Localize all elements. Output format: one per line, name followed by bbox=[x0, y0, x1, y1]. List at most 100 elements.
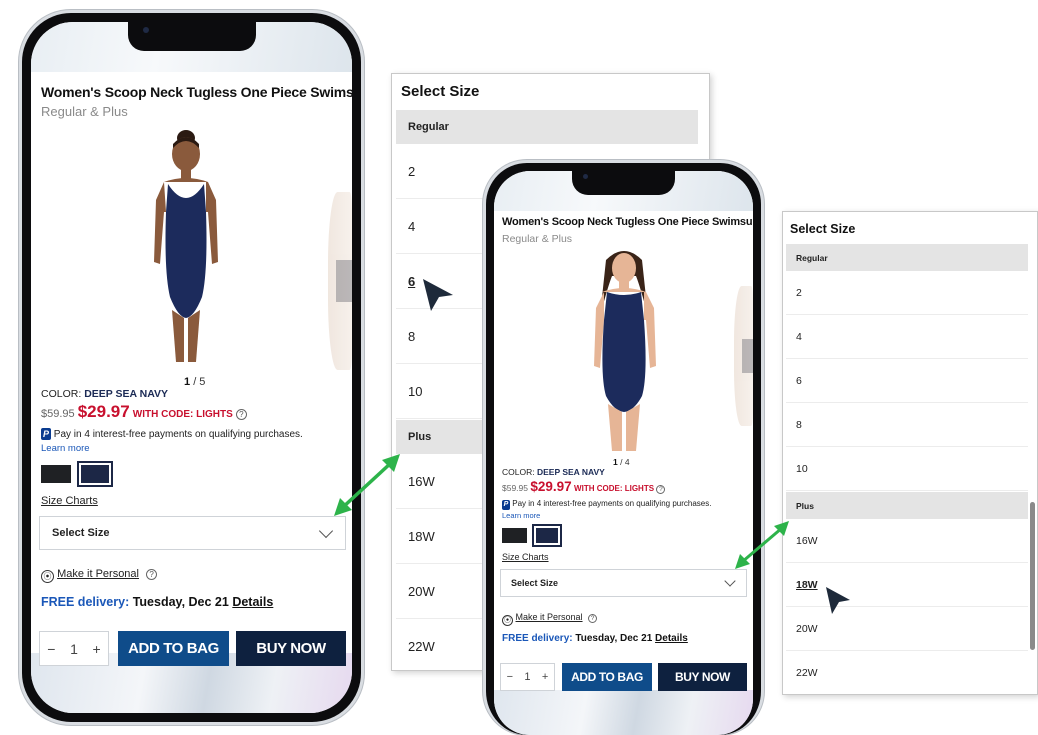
color-value: DEEP SEA NAVY bbox=[84, 388, 169, 400]
product-image[interactable] bbox=[574, 246, 674, 456]
size-option-label: 18W bbox=[796, 578, 818, 591]
size-panel-title: Select Size bbox=[790, 222, 856, 236]
help-icon[interactable]: ? bbox=[656, 485, 666, 494]
make-it-personal[interactable]: ⦿ Make it Personal ? bbox=[41, 568, 158, 583]
size-option-4[interactable]: 4 bbox=[786, 315, 1028, 359]
monogram-icon: ⦿ bbox=[502, 615, 513, 626]
color-line: COLOR: DEEP SEA NAVY bbox=[41, 388, 168, 400]
pager-total: / 4 bbox=[620, 457, 630, 467]
size-charts-link[interactable]: Size Charts bbox=[502, 552, 549, 562]
promo-code: WITH CODE: LIGHTS bbox=[132, 409, 233, 420]
swatch-navy[interactable] bbox=[77, 461, 113, 487]
image-pager: 1 / 4 bbox=[613, 457, 630, 467]
swatch-black[interactable] bbox=[502, 528, 527, 543]
learn-more-link[interactable]: Learn more bbox=[41, 443, 90, 454]
product-image[interactable] bbox=[126, 122, 246, 372]
color-line: COLOR: DEEP SEA NAVY bbox=[502, 467, 605, 477]
size-panel-plus: Select Size Regular 2 4 6 8 10 Plus 16W … bbox=[782, 211, 1038, 695]
pager-current: 1 bbox=[613, 457, 618, 467]
make-it-personal-label: Make it Personal bbox=[57, 568, 139, 580]
details-link[interactable]: Details bbox=[655, 633, 688, 644]
help-icon[interactable]: ? bbox=[235, 409, 247, 420]
color-value: DEEP SEA NAVY bbox=[536, 467, 605, 477]
phone-screen: Women's Scoop Neck Tugless One Piece Swi… bbox=[494, 171, 753, 735]
qty-plus-button[interactable]: + bbox=[542, 671, 548, 683]
free-delivery-label: FREE delivery: bbox=[41, 595, 130, 609]
cursor-pointer-icon bbox=[423, 279, 453, 311]
size-panel-title: Select Size bbox=[401, 83, 480, 100]
learn-more-link[interactable]: Learn more bbox=[502, 511, 540, 520]
add-to-bag-button[interactable]: ADD TO BAG bbox=[562, 663, 652, 691]
qty-minus-button[interactable]: − bbox=[507, 671, 513, 683]
size-option-2[interactable]: 2 bbox=[786, 271, 1028, 315]
select-size-label: Select Size bbox=[511, 578, 559, 588]
select-size-dropdown[interactable]: Select Size bbox=[39, 516, 346, 550]
old-price: $59.95 bbox=[502, 483, 528, 493]
swatch-black[interactable] bbox=[41, 465, 71, 483]
quantity-stepper[interactable]: − 1 + bbox=[500, 663, 555, 691]
make-it-personal[interactable]: ⦿ Make it Personal ? bbox=[502, 612, 598, 626]
size-option-label: 16W bbox=[796, 534, 818, 547]
panel-scrollbar[interactable] bbox=[1030, 502, 1035, 650]
swatch-navy[interactable] bbox=[532, 524, 562, 547]
details-link[interactable]: Details bbox=[232, 595, 273, 609]
size-option-20w[interactable]: 20W bbox=[786, 607, 1028, 651]
size-option-22w[interactable]: 22W bbox=[786, 651, 1028, 694]
phone-screen: Women's Scoop Neck Tugless One Piece Swi… bbox=[31, 22, 352, 713]
regular-section-header: Regular bbox=[396, 110, 698, 144]
paypal-message: P Pay in 4 interest-free payments on qua… bbox=[41, 428, 303, 440]
phone-plus: Women's Scoop Neck Tugless One Piece Swi… bbox=[483, 160, 764, 735]
size-option-18w-selected[interactable]: 18W bbox=[786, 563, 1028, 607]
comparison-stage: Women's Scoop Neck Tugless One Piece Swi… bbox=[0, 0, 1038, 735]
paypal-text: Pay in 4 interest-free payments on quali… bbox=[512, 499, 712, 508]
size-option-6[interactable]: 6 bbox=[786, 359, 1028, 403]
double-arrow-icon bbox=[735, 521, 789, 569]
regular-section-header: Regular bbox=[786, 244, 1028, 271]
buy-now-button[interactable]: BUY NOW bbox=[236, 631, 346, 666]
qty-minus-button[interactable]: − bbox=[47, 641, 55, 657]
size-option-label: 20W bbox=[796, 622, 818, 635]
qty-plus-button[interactable]: + bbox=[93, 641, 101, 657]
paypal-icon: P bbox=[502, 500, 510, 510]
product-subtitle: Regular & Plus bbox=[502, 233, 573, 245]
size-option-8[interactable]: 8 bbox=[786, 403, 1028, 447]
chevron-down-icon bbox=[724, 575, 736, 587]
size-option-label: 2 bbox=[408, 163, 416, 179]
size-option-16w[interactable]: 16W bbox=[786, 519, 1028, 563]
color-label: COLOR: bbox=[41, 388, 82, 400]
size-option-label: 2 bbox=[796, 286, 802, 299]
select-size-label: Select Size bbox=[52, 527, 110, 539]
old-price: $59.95 bbox=[41, 408, 75, 420]
make-it-personal-label: Make it Personal bbox=[515, 612, 583, 622]
select-size-dropdown[interactable]: Select Size bbox=[500, 569, 747, 597]
chevron-down-icon bbox=[318, 523, 334, 539]
size-option-label: 10 bbox=[408, 383, 423, 399]
paypal-text: Pay in 4 interest-free payments on quali… bbox=[53, 429, 303, 440]
delivery-line: FREE delivery: Tuesday, Dec 21 Details bbox=[502, 633, 688, 644]
size-charts-link[interactable]: Size Charts bbox=[41, 495, 98, 507]
pager-total: / 5 bbox=[193, 376, 206, 388]
size-option-label: 4 bbox=[796, 330, 802, 343]
size-option-label: 8 bbox=[796, 418, 802, 431]
quantity-stepper[interactable]: − 1 + bbox=[39, 631, 109, 666]
size-option-label: 18W bbox=[408, 528, 435, 544]
phone-regular: Women's Scoop Neck Tugless One Piece Swi… bbox=[19, 10, 364, 725]
help-icon[interactable]: ? bbox=[146, 569, 158, 580]
size-option-label: 10 bbox=[796, 462, 808, 475]
size-option-label: 16W bbox=[408, 473, 435, 489]
product-title: Women's Scoop Neck Tugless One Piece Swi… bbox=[41, 84, 352, 100]
qty-value: 1 bbox=[524, 671, 531, 683]
pager-current: 1 bbox=[184, 376, 191, 388]
delivery-line: FREE delivery: Tuesday, Dec 21 Details bbox=[41, 595, 273, 609]
buy-now-button[interactable]: BUY NOW bbox=[658, 663, 747, 691]
help-icon[interactable]: ? bbox=[588, 614, 598, 623]
paypal-message: P Pay in 4 interest-free payments on qua… bbox=[502, 499, 711, 510]
sale-price: $29.97 bbox=[530, 479, 572, 494]
camera-icon bbox=[583, 174, 588, 179]
size-option-10[interactable]: 10 bbox=[786, 447, 1028, 491]
price-line: $59.95 $29.97 WITH CODE: LIGHTS ? bbox=[502, 479, 666, 494]
plus-section-header: Plus bbox=[786, 492, 1028, 519]
next-image-peek bbox=[734, 286, 753, 426]
add-to-bag-button[interactable]: ADD TO BAG bbox=[118, 631, 229, 666]
phone-notch bbox=[572, 163, 675, 195]
